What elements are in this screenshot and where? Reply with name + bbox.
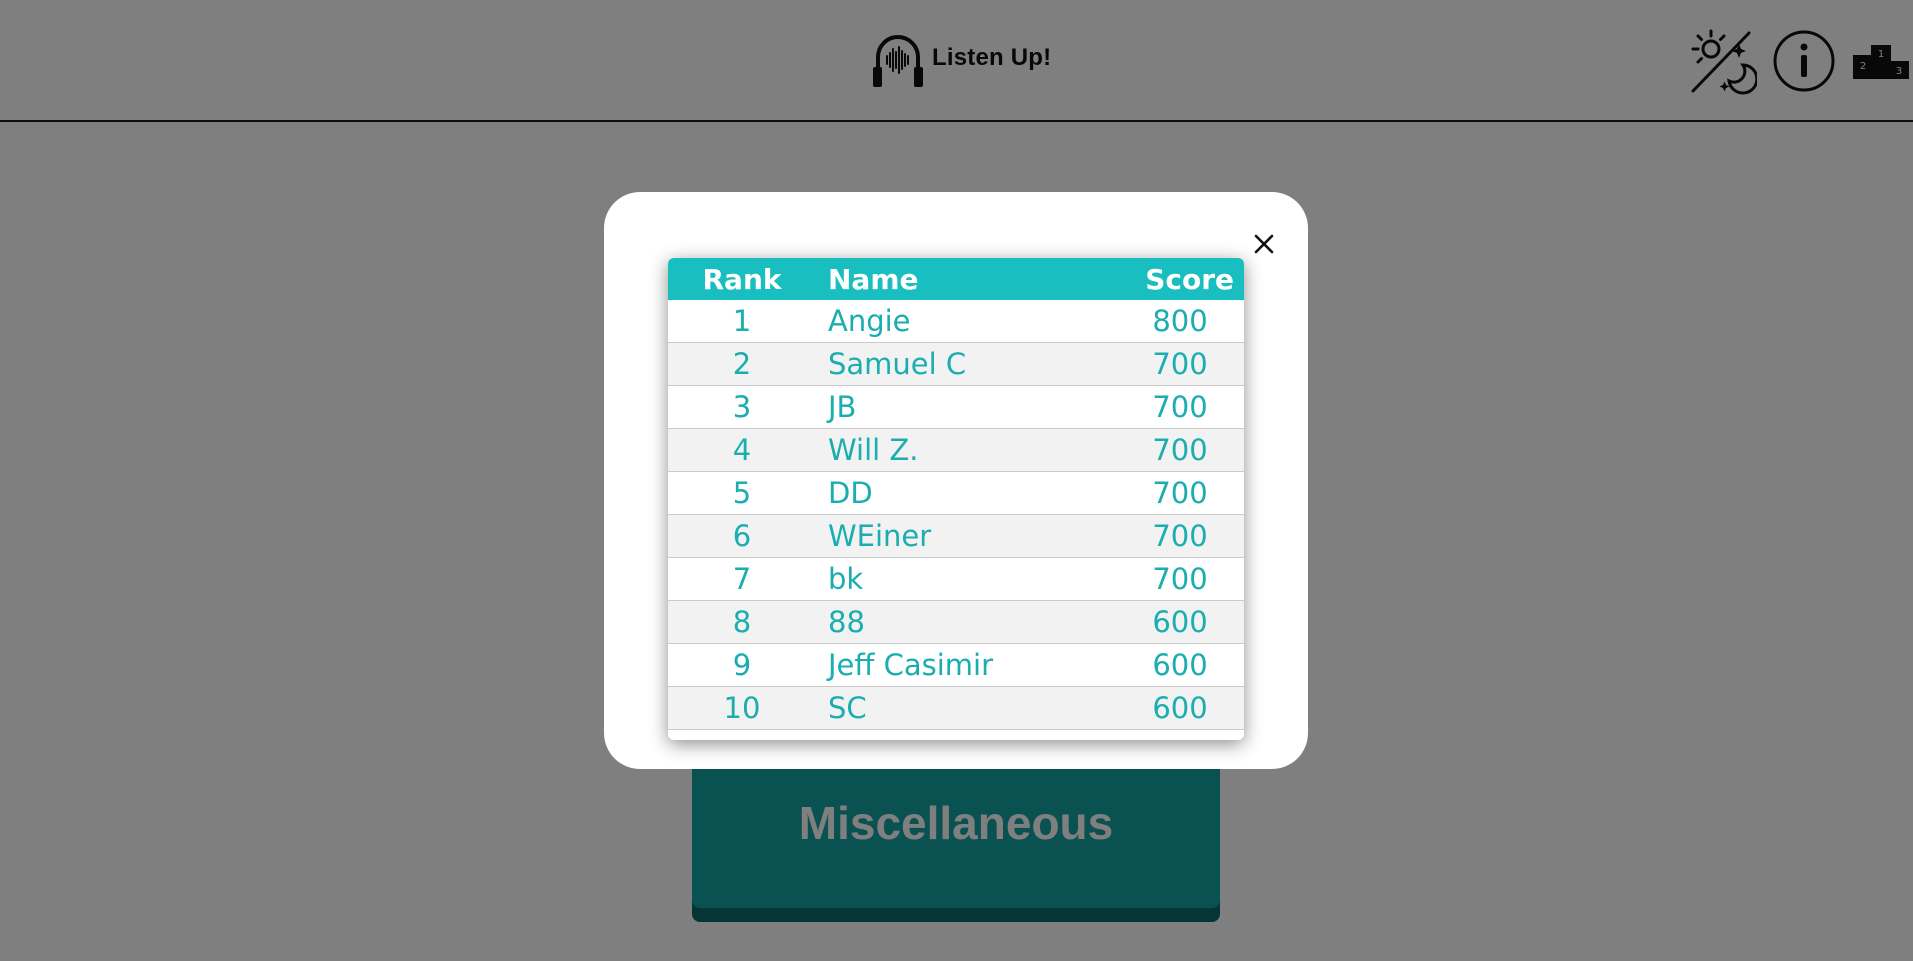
table-row: 7 bk 700	[668, 557, 1244, 601]
score-cell: 700	[1116, 514, 1244, 558]
table-row: 10 SC 600	[668, 686, 1244, 730]
score-cell: 700	[1116, 342, 1244, 386]
name-cell: Angie	[816, 300, 1116, 343]
name-cell: bk	[816, 557, 1116, 601]
name-cell: 88	[816, 600, 1116, 644]
close-icon	[1254, 234, 1274, 254]
column-header-name: Name	[816, 258, 1116, 300]
table-row: 4 Will Z. 700	[668, 428, 1244, 472]
table-row: 6 WEiner 700	[668, 514, 1244, 558]
name-cell: DD	[816, 471, 1116, 515]
score-cell: 700	[1116, 428, 1244, 472]
name-cell: JB	[816, 385, 1116, 429]
score-cell: 700	[1116, 385, 1244, 429]
table-row: 1 Angie 800	[668, 300, 1244, 343]
close-button[interactable]	[1248, 228, 1280, 260]
rank-cell: 4	[668, 428, 816, 472]
score-cell: 800	[1116, 300, 1244, 343]
table-header-row: Rank Name Score	[668, 258, 1244, 300]
table-row: 5 DD 700	[668, 471, 1244, 515]
rank-cell: 2	[668, 342, 816, 386]
name-cell: Jeff Casimir	[816, 643, 1116, 687]
name-cell: WEiner	[816, 514, 1116, 558]
column-header-rank: Rank	[668, 258, 816, 300]
rank-cell: 5	[668, 471, 816, 515]
table-row: 3 JB 700	[668, 385, 1244, 429]
leaderboard-table-container[interactable]: Rank Name Score 1 Angie 800 2 Samuel C 7…	[668, 258, 1244, 740]
rank-cell: 6	[668, 514, 816, 558]
leaderboard-table: Rank Name Score 1 Angie 800 2 Samuel C 7…	[668, 258, 1244, 730]
rank-cell: 8	[668, 600, 816, 644]
rank-cell: 1	[668, 300, 816, 343]
score-cell: 600	[1116, 686, 1244, 730]
rank-cell: 3	[668, 385, 816, 429]
table-row: 2 Samuel C 700	[668, 342, 1244, 386]
column-header-score: Score	[1116, 258, 1244, 300]
name-cell: Will Z.	[816, 428, 1116, 472]
table-row: 8 88 600	[668, 600, 1244, 644]
name-cell: Samuel C	[816, 342, 1116, 386]
score-cell: 600	[1116, 643, 1244, 687]
score-cell: 700	[1116, 557, 1244, 601]
name-cell: SC	[816, 686, 1116, 730]
rank-cell: 10	[668, 686, 816, 730]
table-row: 9 Jeff Casimir 600	[668, 643, 1244, 687]
leaderboard-modal: Rank Name Score 1 Angie 800 2 Samuel C 7…	[604, 192, 1308, 769]
rank-cell: 7	[668, 557, 816, 601]
score-cell: 600	[1116, 600, 1244, 644]
rank-cell: 9	[668, 643, 816, 687]
score-cell: 700	[1116, 471, 1244, 515]
